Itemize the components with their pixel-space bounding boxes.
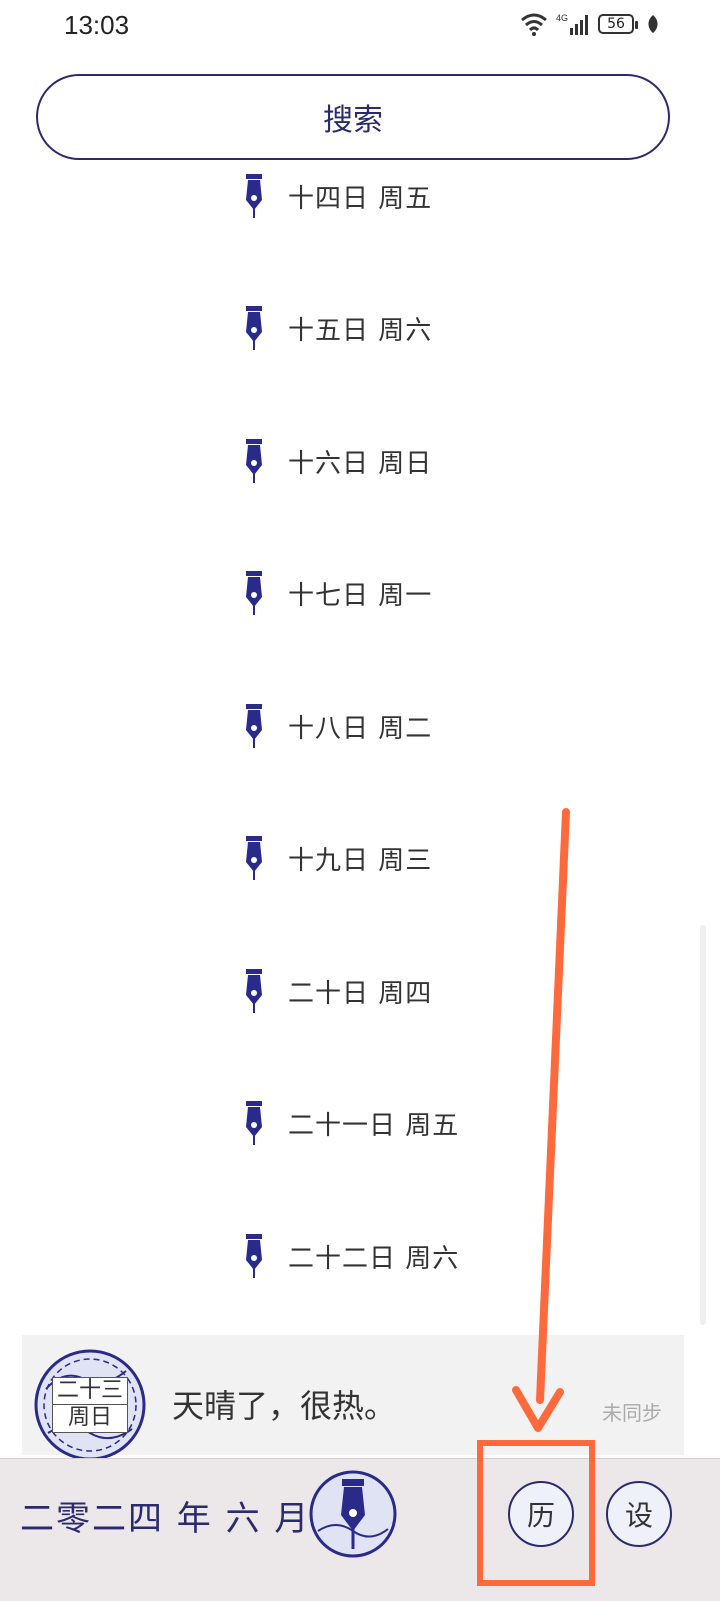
new-entry-pen-button[interactable] xyxy=(308,1469,398,1559)
entry-label: 十七日 周一 xyxy=(288,580,433,611)
month-title[interactable]: 二零二四 年 六 月 xyxy=(20,1491,310,1540)
list-item[interactable]: 十七日 周一 xyxy=(240,569,432,617)
fountain-pen-icon xyxy=(246,969,262,1013)
list-item[interactable]: 二十日 周四 xyxy=(240,967,432,1015)
annotation-highlight-box xyxy=(477,1440,595,1586)
fountain-pen-icon xyxy=(246,439,262,483)
list-item[interactable]: 十四日 周五 xyxy=(240,172,432,220)
battery-icon: 56 xyxy=(598,14,638,34)
list-item[interactable]: 十九日 周三 xyxy=(240,834,432,882)
status-bar: 13:03 4G 56 xyxy=(0,0,720,56)
bottom-bar: 二零二四 年 六 月 历 设 xyxy=(0,1458,720,1601)
fountain-pen-icon xyxy=(246,1234,262,1278)
journal-text: 天晴了，很热。 xyxy=(172,1387,397,1425)
wifi-icon xyxy=(521,13,547,36)
battery-level: 56 xyxy=(607,16,625,32)
entry-label: 二十二日 周六 xyxy=(288,1243,460,1274)
search-button[interactable]: 搜索 xyxy=(36,74,670,160)
fountain-pen-icon xyxy=(246,1101,262,1145)
signal-icon: 4G xyxy=(556,13,588,35)
entry-label: 二十日 周四 xyxy=(288,978,433,1009)
date-seal: 二十三 周日 xyxy=(34,1349,146,1461)
journal-entry-card[interactable]: 二十三 周日 天晴了，很热。 未同步 xyxy=(22,1335,684,1461)
entry-label: 十八日 周二 xyxy=(288,713,433,744)
entry-label: 十九日 周三 xyxy=(288,845,433,876)
fountain-pen-icon xyxy=(246,704,262,748)
list-item[interactable]: 二十二日 周六 xyxy=(240,1232,459,1280)
network-type: 4G xyxy=(556,13,568,23)
fountain-pen-icon xyxy=(246,174,262,218)
list-item[interactable]: 十五日 周六 xyxy=(240,304,432,352)
entry-label: 十五日 周六 xyxy=(288,315,433,346)
seal-weekday: 周日 xyxy=(53,1404,127,1431)
leaf-icon xyxy=(648,15,658,33)
list-item[interactable]: 十八日 周二 xyxy=(240,702,432,750)
scrollbar[interactable] xyxy=(700,925,706,1325)
list-item[interactable]: 十六日 周日 xyxy=(240,437,432,485)
status-icons: 4G 56 xyxy=(520,12,660,36)
settings-button[interactable]: 设 xyxy=(606,1481,672,1547)
list-item[interactable]: 二十一日 周五 xyxy=(240,1099,459,1147)
fountain-pen-icon xyxy=(246,306,262,350)
fountain-pen-icon xyxy=(246,571,262,615)
seal-date-box: 二十三 周日 xyxy=(52,1377,128,1433)
seal-day: 二十三 xyxy=(56,1378,123,1403)
entry-label: 十六日 周日 xyxy=(288,448,433,479)
entry-label: 二十一日 周五 xyxy=(288,1110,460,1141)
entry-label: 十四日 周五 xyxy=(288,183,433,214)
sync-status: 未同步 xyxy=(602,1401,662,1425)
status-time: 13:03 xyxy=(64,10,130,40)
fountain-pen-icon xyxy=(246,836,262,880)
